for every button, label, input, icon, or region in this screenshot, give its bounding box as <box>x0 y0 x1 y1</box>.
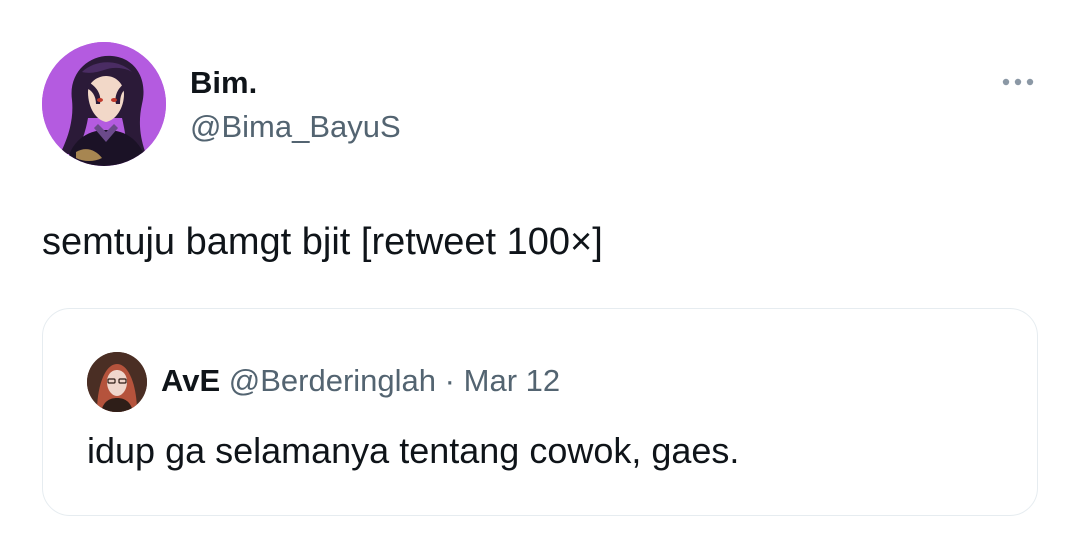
quoted-tweet-date: Mar 12 <box>463 363 561 398</box>
quoted-tweet-header: AvE @Berderinglah · Mar 12 <box>161 361 560 401</box>
quoted-author-handle: @Berderinglah <box>228 363 437 398</box>
separator-dot: · <box>444 363 455 398</box>
tweet-card: Bim. @Bima_BayuS semtuju bamgt bjit [ret… <box>0 0 1080 544</box>
quoted-avatar-image <box>87 352 147 412</box>
author-display-name[interactable]: Bim. <box>190 64 257 102</box>
avatar-image <box>42 42 166 166</box>
more-horizontal-icon <box>1002 78 1034 86</box>
quoted-author-display-name: AvE <box>161 363 221 398</box>
more-options-button[interactable] <box>996 64 1040 100</box>
quoted-tweet-text: idup ga selamanya tentang cowok, gaes. <box>87 430 740 471</box>
author-avatar-icon[interactable] <box>42 42 166 166</box>
quoted-author-avatar-icon <box>87 352 147 412</box>
author-handle[interactable]: @Bima_BayuS <box>190 108 401 146</box>
quoted-tweet[interactable]: AvE @Berderinglah · Mar 12 idup ga selam… <box>42 308 1038 516</box>
tweet-text: semtuju bamgt bjit [retweet 100×] <box>42 221 603 263</box>
